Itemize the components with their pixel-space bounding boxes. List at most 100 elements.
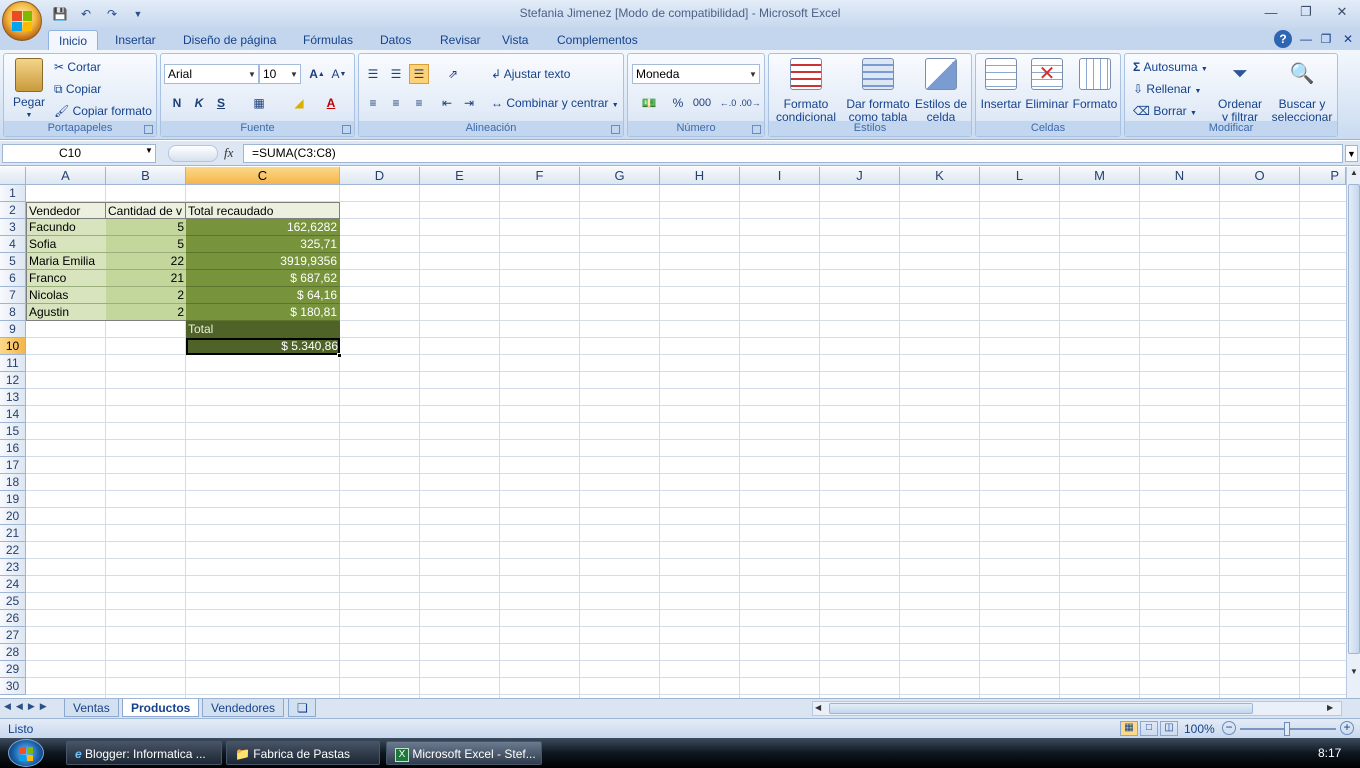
bold-button[interactable]: N: [167, 93, 187, 113]
zoom-level[interactable]: 100%: [1184, 722, 1215, 736]
cell-c3[interactable]: 162,6282: [186, 219, 340, 236]
row-header[interactable]: 3: [0, 219, 26, 236]
row-header[interactable]: 26: [0, 610, 26, 627]
align-middle-icon[interactable]: ☰: [386, 64, 406, 84]
row-header[interactable]: 29: [0, 661, 26, 678]
column-header-l[interactable]: L: [980, 167, 1060, 185]
row-header[interactable]: 5: [0, 253, 26, 270]
row-header[interactable]: 19: [0, 491, 26, 508]
align-center-icon[interactable]: ≡: [386, 93, 406, 113]
insert-sheet-icon[interactable]: ❏: [288, 699, 316, 717]
zoom-slider-thumb[interactable]: [1284, 722, 1290, 736]
row-header[interactable]: 11: [0, 355, 26, 372]
shrink-font-icon[interactable]: A ▼: [329, 64, 349, 84]
page-layout-view-icon[interactable]: □: [1140, 721, 1158, 736]
row-header[interactable]: 12: [0, 372, 26, 389]
tab-datos[interactable]: Datos: [370, 30, 421, 50]
cell-b2[interactable]: Cantidad de v: [106, 202, 186, 219]
column-header-e[interactable]: E: [420, 167, 500, 185]
vertical-scrollbar[interactable]: ▲ ▼: [1346, 167, 1360, 698]
tab-complementos[interactable]: Complementos: [547, 30, 648, 50]
column-header-p[interactable]: P: [1300, 167, 1346, 185]
horizontal-scroll-thumb[interactable]: [829, 703, 1253, 714]
font-color-icon[interactable]: A: [321, 93, 341, 113]
row-header[interactable]: 28: [0, 644, 26, 661]
format-painter-button[interactable]: 🖌 Copiar formato: [54, 104, 152, 118]
close-icon[interactable]: ✕: [1327, 3, 1357, 21]
column-header-j[interactable]: J: [820, 167, 900, 185]
row-header[interactable]: 17: [0, 457, 26, 474]
cell-c6[interactable]: $ 687,62: [186, 270, 340, 287]
thousands-button[interactable]: 000: [690, 93, 714, 113]
column-header-m[interactable]: M: [1060, 167, 1140, 185]
percent-button[interactable]: %: [668, 93, 688, 113]
help-icon[interactable]: ?: [1274, 30, 1292, 48]
horizontal-scrollbar[interactable]: ◀ ▶: [812, 701, 1342, 716]
tab-formulas[interactable]: Fórmulas: [293, 30, 363, 50]
formula-input[interactable]: =SUMA(C3:C8): [243, 144, 1343, 163]
tab-diseno-pagina[interactable]: Diseño de página: [173, 30, 286, 50]
workbook-minimize-icon[interactable]: —: [1298, 30, 1314, 48]
taskbar-item-blogger[interactable]: e Blogger: Informatica ...: [66, 741, 222, 765]
tab-insertar[interactable]: Insertar: [105, 30, 166, 50]
column-header-c[interactable]: C: [186, 167, 340, 185]
row-header[interactable]: 24: [0, 576, 26, 593]
decrease-indent-icon[interactable]: ⇤: [437, 93, 457, 113]
scroll-right-icon[interactable]: ▶: [1327, 703, 1333, 712]
worksheet-grid[interactable]: A B C D E F G H I J K L M N O P 1 2 3 4 …: [0, 167, 1346, 698]
tab-inicio[interactable]: Inicio: [48, 30, 99, 50]
sheet-tab-vendedores[interactable]: Vendedores: [202, 699, 285, 717]
row-header[interactable]: 20: [0, 508, 26, 525]
cell-a4[interactable]: Sofia: [26, 236, 106, 253]
column-header-h[interactable]: H: [660, 167, 740, 185]
row-header[interactable]: 9: [0, 321, 26, 338]
column-header-a[interactable]: A: [26, 167, 106, 185]
sheet-tab-ventas[interactable]: Ventas: [64, 699, 119, 717]
minimize-icon[interactable]: —: [1256, 3, 1286, 21]
italic-button[interactable]: K: [189, 93, 209, 113]
cell-c10[interactable]: $ 5.340,86: [186, 338, 340, 355]
cut-button[interactable]: ✂ Cortar: [54, 60, 101, 74]
dialog-launcher-icon[interactable]: [342, 125, 351, 134]
zoom-in-icon[interactable]: +: [1340, 721, 1354, 735]
number-format-combo[interactable]: Moneda ▼: [632, 64, 760, 84]
column-header-g[interactable]: G: [580, 167, 660, 185]
insert-cells-button[interactable]: Insertar: [978, 58, 1024, 111]
cell-c7[interactable]: $ 64,16: [186, 287, 340, 304]
clear-button[interactable]: ⌫ Borrar ▼: [1133, 104, 1197, 118]
workbook-restore-icon[interactable]: ❐: [1318, 30, 1334, 48]
align-left-icon[interactable]: ≡: [363, 93, 383, 113]
row-header[interactable]: 22: [0, 542, 26, 559]
row-header[interactable]: 30: [0, 678, 26, 695]
sort-filter-button[interactable]: ⏷ Ordenar y filtrar: [1215, 58, 1265, 124]
cell-b5[interactable]: 22: [106, 253, 186, 270]
merge-center-button[interactable]: ↔ Combinar y centrar ▼: [491, 96, 619, 110]
cell-c2[interactable]: Total recaudado: [186, 202, 340, 219]
sheet-navigation-icon[interactable]: ◀◀▶▶: [4, 701, 52, 712]
format-as-table-button[interactable]: Dar formato como tabla: [843, 58, 913, 124]
tab-revisar[interactable]: Revisar: [430, 30, 491, 50]
cell-a6[interactable]: Franco: [26, 270, 106, 287]
sheet-tab-productos[interactable]: Productos: [122, 699, 200, 717]
grow-font-icon[interactable]: A ▲: [307, 64, 327, 84]
column-header-f[interactable]: F: [500, 167, 580, 185]
cell-a7[interactable]: Nicolas: [26, 287, 106, 304]
underline-button[interactable]: S: [211, 93, 231, 113]
row-header[interactable]: 4: [0, 236, 26, 253]
column-header-k[interactable]: K: [900, 167, 980, 185]
dialog-launcher-icon[interactable]: [611, 125, 620, 134]
autosum-button[interactable]: Σ Autosuma ▼: [1133, 60, 1208, 74]
row-header[interactable]: 25: [0, 593, 26, 610]
workbook-close-icon[interactable]: ✕: [1340, 30, 1356, 48]
dialog-launcher-icon[interactable]: [144, 125, 153, 134]
taskbar-item-fabrica-pastas[interactable]: 📁 Fabrica de Pastas: [226, 741, 380, 765]
paste-button[interactable]: Pegar ▼: [10, 58, 48, 122]
cell-c5[interactable]: 3919,9356: [186, 253, 340, 270]
insert-function-button[interactable]: fx: [224, 145, 233, 161]
find-select-button[interactable]: 🔍 Buscar y seleccionar: [1267, 58, 1337, 124]
cell-a5[interactable]: Maria Emilia: [26, 253, 106, 270]
format-cells-button[interactable]: Formato: [1070, 58, 1120, 111]
cell-a8[interactable]: Agustin: [26, 304, 106, 321]
font-name-combo[interactable]: Arial ▼: [164, 64, 259, 84]
row-header[interactable]: 18: [0, 474, 26, 491]
